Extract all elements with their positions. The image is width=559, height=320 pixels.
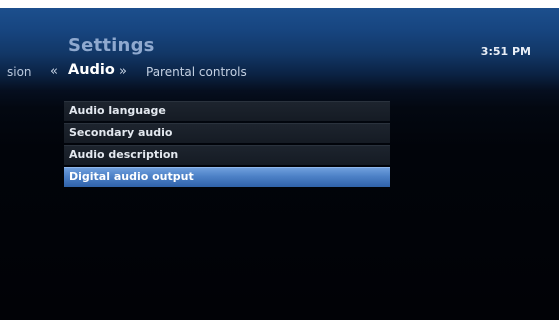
menu-item-label: Digital audio output [69,170,194,183]
audio-settings-list: Audio language Secondary audio Audio des… [64,101,390,189]
menu-item-audio-description[interactable]: Audio description [64,145,390,165]
chevron-left-icon[interactable]: « [50,64,58,79]
tab-previous[interactable]: sion [7,65,32,79]
category-tab-strip: sion « Audio » Parental controls [0,62,559,82]
menu-item-label: Secondary audio [69,126,173,139]
page-title: Settings [68,35,155,56]
menu-item-secondary-audio[interactable]: Secondary audio [64,123,390,143]
settings-screen: Settings 3:51 PM sion « Audio » Parental… [0,8,559,320]
menu-item-label: Audio language [69,104,166,117]
menu-item-audio-language[interactable]: Audio language [64,101,390,121]
chevron-right-icon[interactable]: » [119,64,127,79]
menu-item-digital-audio-output[interactable]: Digital audio output [64,167,390,187]
tab-audio[interactable]: Audio [68,62,115,78]
menu-item-label: Audio description [69,148,179,161]
tab-parental-controls[interactable]: Parental controls [146,65,247,79]
clock: 3:51 PM [480,45,531,58]
